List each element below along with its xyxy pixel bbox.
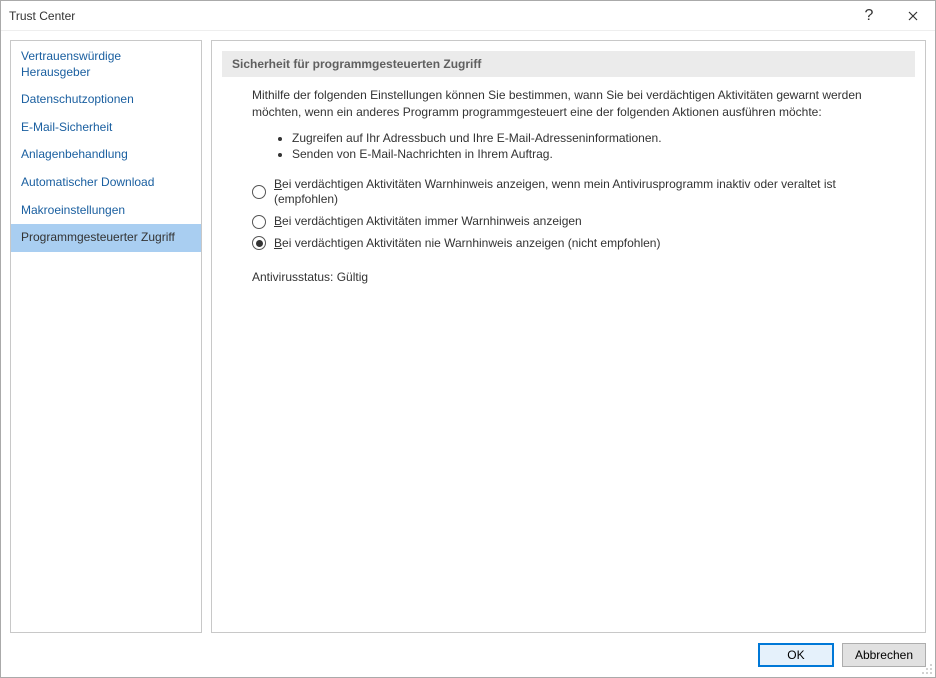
sidebar-item[interactable]: E-Mail-Sicherheit (11, 114, 201, 142)
resize-grip-icon[interactable] (921, 663, 933, 675)
bullet-list: Zugreifen auf Ihr Adressbuch und Ihre E-… (252, 130, 895, 162)
radio-label: Bei verdächtigen Aktivitäten immer Warnh… (274, 214, 582, 230)
bullet-item: Zugreifen auf Ihr Adressbuch und Ihre E-… (292, 130, 895, 146)
radio-option[interactable]: Bei verdächtigen Aktivitäten nie Warnhin… (252, 233, 895, 255)
sidebar-item[interactable]: Datenschutzoptionen (11, 86, 201, 114)
radio-icon (252, 185, 266, 199)
close-button[interactable] (891, 1, 935, 31)
dialog-footer: OK Abbrechen (1, 633, 935, 677)
antivirus-status-value: Gültig (337, 270, 368, 284)
sidebar-item[interactable]: Vertrauenswürdige Herausgeber (11, 43, 201, 86)
intro-text: Mithilfe der folgenden Einstellungen kön… (252, 87, 895, 122)
radio-option[interactable]: Bei verdächtigen Aktivitäten Warnhinweis… (252, 174, 895, 211)
ok-button[interactable]: OK (758, 643, 834, 667)
radio-icon (252, 215, 266, 229)
section-header: Sicherheit für programmgesteuerten Zugri… (222, 51, 915, 77)
bullet-item: Senden von E-Mail-Nachrichten in Ihrem A… (292, 146, 895, 162)
dialog-body: Vertrauenswürdige HerausgeberDatenschutz… (1, 31, 935, 633)
sidebar-item[interactable]: Programmgesteuerter Zugriff (11, 224, 201, 252)
radio-group: Bei verdächtigen Aktivitäten Warnhinweis… (252, 174, 895, 254)
radio-option[interactable]: Bei verdächtigen Aktivitäten immer Warnh… (252, 211, 895, 233)
sidebar-item[interactable]: Makroeinstellungen (11, 197, 201, 225)
radio-label: Bei verdächtigen Aktivitäten nie Warnhin… (274, 236, 660, 252)
help-button[interactable]: ? (847, 1, 891, 31)
cancel-button[interactable]: Abbrechen (842, 643, 926, 667)
category-sidebar: Vertrauenswürdige HerausgeberDatenschutz… (10, 40, 202, 633)
sidebar-item[interactable]: Anlagenbehandlung (11, 141, 201, 169)
antivirus-status: Antivirusstatus: Gültig (252, 270, 895, 284)
antivirus-status-label: Antivirusstatus: (252, 270, 333, 284)
close-icon (908, 8, 918, 24)
help-icon: ? (865, 7, 874, 25)
section-body: Mithilfe der folgenden Einstellungen kön… (222, 87, 915, 284)
content-panel: Sicherheit für programmgesteuerten Zugri… (211, 40, 926, 633)
sidebar-item[interactable]: Automatischer Download (11, 169, 201, 197)
trust-center-window: Trust Center ? Vertrauenswürdige Herausg… (0, 0, 936, 678)
titlebar: Trust Center ? (1, 1, 935, 31)
radio-icon (252, 236, 266, 250)
window-title: Trust Center (9, 9, 847, 23)
radio-label: Bei verdächtigen Aktivitäten Warnhinweis… (274, 177, 895, 208)
